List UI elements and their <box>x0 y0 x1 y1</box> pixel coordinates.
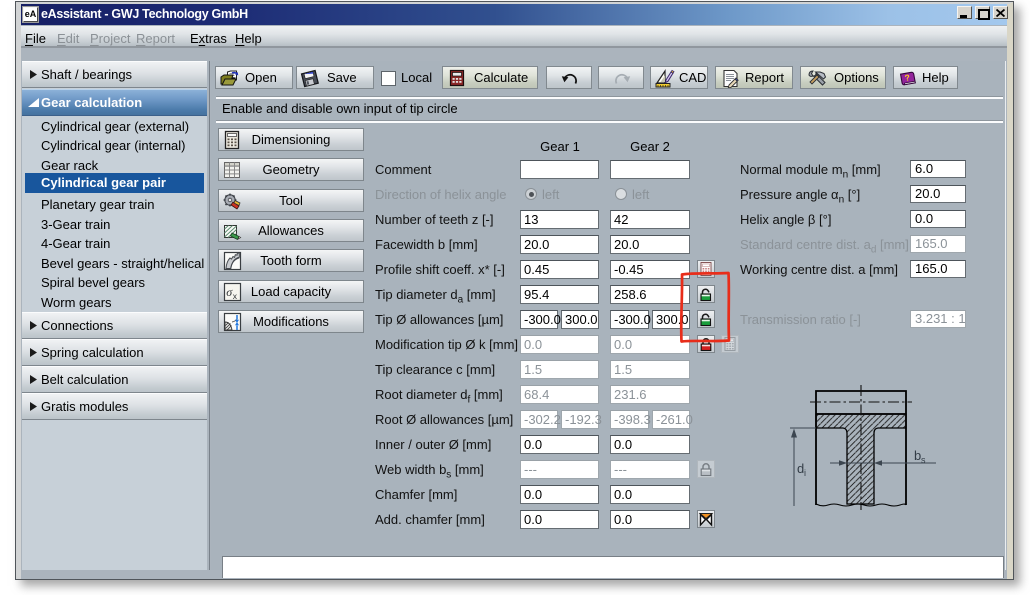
svg-text:x: x <box>233 291 238 301</box>
svg-text:s: s <box>921 455 926 465</box>
svg-text:i: i <box>804 468 806 478</box>
